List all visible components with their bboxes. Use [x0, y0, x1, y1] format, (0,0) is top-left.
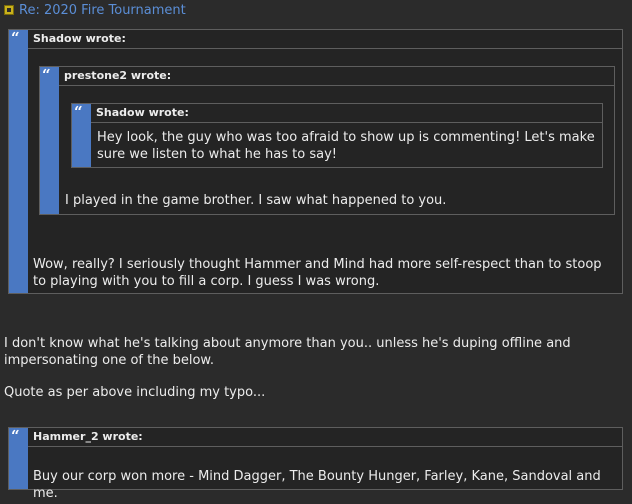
quote-text: I played in the game brother. I saw what…	[65, 193, 447, 208]
quote-author: prestone2 wrote:	[59, 67, 614, 86]
reply-paragraph: I don't know what he's talking about any…	[4, 336, 571, 368]
post-icon	[4, 5, 14, 15]
quote-icon: “	[42, 66, 51, 84]
reply-paragraph: Quote as per above including my typo...	[4, 385, 266, 400]
quote-hammer: “ Hammer_2 wrote: Buy our corp won more …	[8, 427, 623, 501]
quote-author: Shadow wrote:	[91, 104, 602, 123]
quote-text: Hey look, the guy who was too afraid to …	[97, 130, 595, 162]
quote-bar: “	[9, 428, 28, 489]
quote-outer: “ Shadow wrote: “ prestone2 wrote: “ Sha…	[8, 29, 623, 294]
quote-text: Wow, really? I seriously thought Hammer …	[33, 257, 602, 289]
quote-bar: “	[72, 104, 91, 167]
post-title-row: Re: 2020 Fire Tournament	[4, 1, 186, 19]
quote-icon: “	[74, 103, 83, 121]
quote-inner: “ Shadow wrote: Hey look, the guy who wa…	[71, 103, 603, 168]
quote-author: Shadow wrote:	[28, 30, 622, 49]
post-title-link[interactable]: Re: 2020 Fire Tournament	[19, 3, 186, 18]
quote-middle: “ prestone2 wrote: “ Shadow wrote: Hey l…	[39, 66, 615, 215]
quote-bar: “	[9, 30, 28, 293]
quote-bar: “	[40, 67, 59, 214]
quote-author: Hammer_2 wrote:	[28, 428, 622, 447]
quote-icon: “	[11, 427, 20, 445]
quote-text: Buy our corp won more - Mind Dagger, The…	[33, 469, 601, 501]
quote-icon: “	[11, 29, 20, 47]
